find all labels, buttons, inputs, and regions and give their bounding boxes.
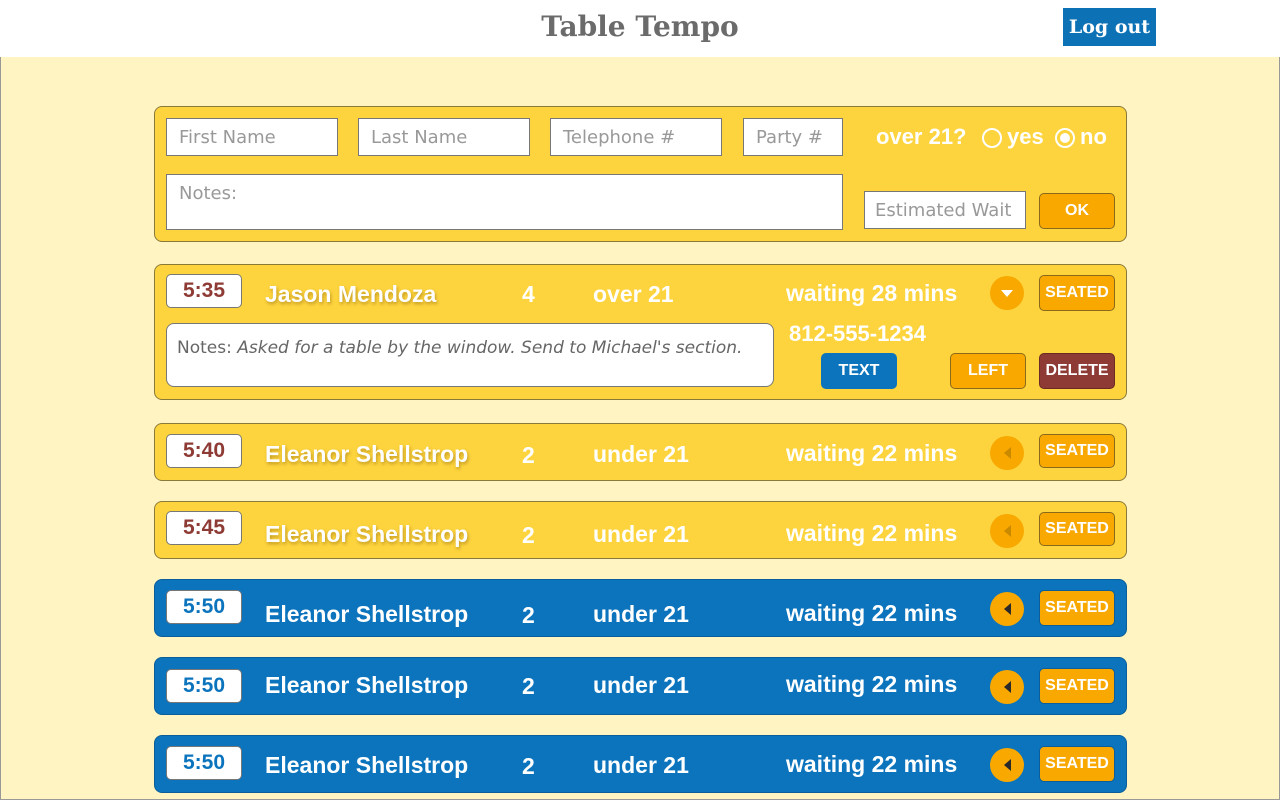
last-name-input[interactable]: Last Name <box>358 118 530 156</box>
party-size: 4 <box>522 281 535 307</box>
chevron-left-icon <box>1003 603 1011 615</box>
expand-button[interactable] <box>990 436 1024 470</box>
seated-button[interactable]: SEATED <box>1039 434 1115 468</box>
party-notes: Notes: Asked for a table by the window. … <box>166 323 774 387</box>
party-size: 2 <box>522 522 535 548</box>
seated-button[interactable]: SEATED <box>1039 512 1115 546</box>
wait-time: waiting 22 mins <box>786 751 958 777</box>
delete-button[interactable]: DELETE <box>1039 353 1115 389</box>
seated-button[interactable]: SEATED <box>1039 746 1115 782</box>
wait-time: waiting 22 mins <box>786 520 958 546</box>
chevron-left-icon <box>1003 447 1011 459</box>
seated-button[interactable]: SEATED <box>1039 668 1115 704</box>
seated-button[interactable]: SEATED <box>1039 275 1115 311</box>
first-name-input[interactable]: First Name <box>166 118 338 156</box>
no-radio[interactable] <box>1055 128 1075 148</box>
top-bar: Table Tempo Log out <box>0 0 1280 57</box>
expand-button[interactable] <box>990 592 1024 626</box>
text-button[interactable]: TEXT <box>821 353 897 389</box>
yes-label: yes <box>1007 124 1044 149</box>
age-status: under 21 <box>593 521 689 547</box>
notes-input[interactable]: Notes: <box>166 174 843 230</box>
notes-text: Asked for a table by the window. Send to… <box>237 338 743 358</box>
seated-button[interactable]: SEATED <box>1039 590 1115 626</box>
chevron-down-icon <box>1001 289 1013 297</box>
party-size: 2 <box>522 602 535 628</box>
party-name: Eleanor Shellstrop <box>265 441 469 467</box>
chevron-left-icon <box>1003 759 1011 771</box>
left-button[interactable]: LEFT <box>950 353 1026 389</box>
arrival-time: 5:50 <box>166 590 242 624</box>
yes-radio[interactable] <box>982 128 1002 148</box>
arrival-time: 5:40 <box>166 434 242 468</box>
ok-button[interactable]: OK <box>1039 193 1115 229</box>
wait-time: waiting 22 mins <box>786 440 958 466</box>
wait-time: waiting 22 mins <box>786 600 958 626</box>
arrival-time: 5:50 <box>166 746 242 780</box>
party-name: Eleanor Shellstrop <box>265 521 469 547</box>
expand-button[interactable] <box>990 670 1024 704</box>
wait-time: waiting 22 mins <box>786 671 958 697</box>
arrival-time: 5:45 <box>166 511 242 545</box>
expand-button[interactable] <box>990 514 1024 548</box>
collapse-button[interactable] <box>990 276 1024 310</box>
party-name: Eleanor Shellstrop <box>265 752 469 778</box>
age-status: under 21 <box>593 601 689 627</box>
age-status: under 21 <box>593 672 689 698</box>
party-size: 2 <box>522 442 535 468</box>
age-status: under 21 <box>593 441 689 467</box>
wait-time: waiting 28 mins <box>786 280 958 306</box>
party-size-input[interactable]: Party # <box>743 118 843 156</box>
expand-button[interactable] <box>990 748 1024 782</box>
notes-label: Notes: <box>177 338 232 358</box>
party-name: Eleanor Shellstrop <box>265 672 469 698</box>
party-size: 2 <box>522 753 535 779</box>
telephone-input[interactable]: Telephone # <box>550 118 722 156</box>
logout-button[interactable]: Log out <box>1063 8 1156 46</box>
arrival-time: 5:50 <box>166 669 242 703</box>
over21-label: over 21? <box>876 124 967 149</box>
party-name: Eleanor Shellstrop <box>265 601 469 627</box>
estimated-wait-input[interactable]: Estimated Wait <box>864 191 1026 229</box>
age-status: over 21 <box>593 281 674 307</box>
phone-number: 812-555-1234 <box>789 321 927 346</box>
chevron-left-icon <box>1003 681 1011 693</box>
party-size: 2 <box>522 673 535 699</box>
age-status: under 21 <box>593 752 689 778</box>
chevron-left-icon <box>1003 525 1011 537</box>
party-name: Jason Mendoza <box>265 281 437 307</box>
no-label: no <box>1080 124 1107 149</box>
arrival-time: 5:35 <box>166 274 242 308</box>
